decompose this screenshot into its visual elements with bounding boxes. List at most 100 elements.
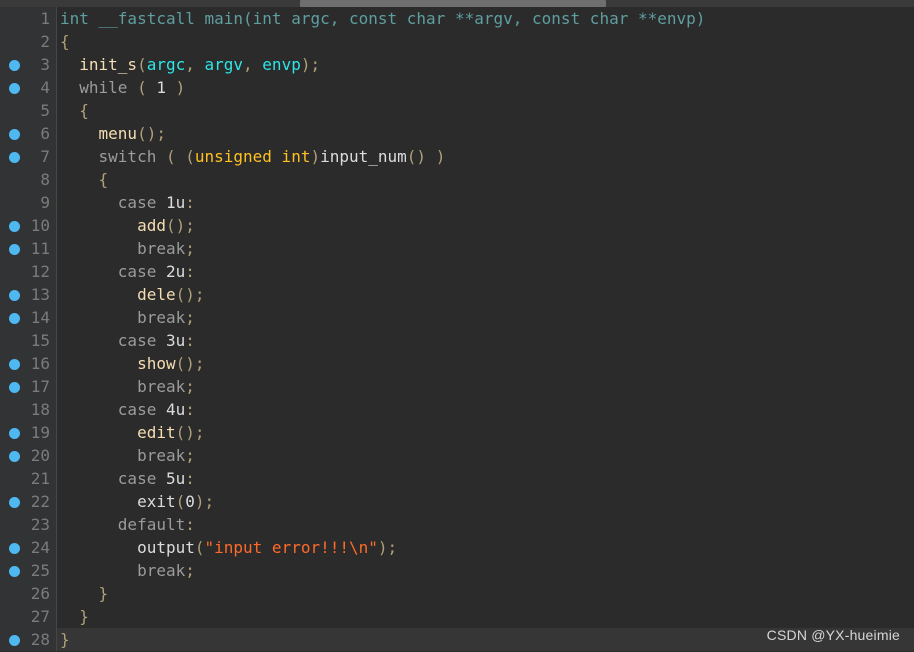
code-line[interactable]: 15 case 3u: <box>0 329 914 352</box>
breakpoint-icon[interactable] <box>9 129 20 140</box>
line-gutter[interactable]: 8 <box>0 168 57 191</box>
line-gutter[interactable]: 7 <box>0 145 57 168</box>
line-gutter[interactable]: 14 <box>0 306 57 329</box>
breakpoint-icon[interactable] <box>9 83 20 94</box>
code-line[interactable]: 2{ <box>0 30 914 53</box>
line-gutter[interactable]: 26 <box>0 582 57 605</box>
code-text[interactable]: menu(); <box>60 122 166 145</box>
breakpoint-icon[interactable] <box>9 566 20 577</box>
code-line[interactable]: 3 init_s(argc, argv, envp); <box>0 53 914 76</box>
code-line[interactable]: 19 edit(); <box>0 421 914 444</box>
code-text[interactable]: add(); <box>60 214 195 237</box>
line-gutter[interactable]: 17 <box>0 375 57 398</box>
line-gutter[interactable]: 21 <box>0 467 57 490</box>
line-gutter[interactable]: 12 <box>0 260 57 283</box>
line-gutter[interactable]: 13 <box>0 283 57 306</box>
code-line[interactable]: 16 show(); <box>0 352 914 375</box>
code-text[interactable]: break; <box>60 306 195 329</box>
code-text[interactable]: } <box>60 605 89 628</box>
breakpoint-icon[interactable] <box>9 60 20 71</box>
code-line[interactable]: 10 add(); <box>0 214 914 237</box>
code-line[interactable]: 27 } <box>0 605 914 628</box>
line-gutter[interactable]: 20 <box>0 444 57 467</box>
line-gutter[interactable]: 9 <box>0 191 57 214</box>
code-text[interactable]: output("input error!!!\n"); <box>60 536 397 559</box>
code-line[interactable]: 9 case 1u: <box>0 191 914 214</box>
breakpoint-icon[interactable] <box>9 152 20 163</box>
breakpoint-icon[interactable] <box>9 290 20 301</box>
breakpoint-icon[interactable] <box>9 451 20 462</box>
code-text[interactable]: break; <box>60 375 195 398</box>
code-text[interactable]: edit(); <box>60 421 204 444</box>
line-gutter[interactable]: 23 <box>0 513 57 536</box>
code-text[interactable]: case 4u: <box>60 398 195 421</box>
line-gutter[interactable]: 22 <box>0 490 57 513</box>
code-line[interactable]: 20 break; <box>0 444 914 467</box>
code-line[interactable]: 7 switch ( (unsigned int)input_num() ) <box>0 145 914 168</box>
code-text[interactable]: { <box>60 168 109 191</box>
code-text[interactable]: while ( 1 ) <box>60 76 185 99</box>
line-gutter[interactable]: 2 <box>0 30 57 53</box>
line-gutter[interactable]: 5 <box>0 99 57 122</box>
code-text[interactable]: } <box>60 628 70 651</box>
code-text[interactable]: } <box>60 582 109 605</box>
code-text[interactable]: show(); <box>60 352 204 375</box>
code-editor[interactable]: 1 int __fastcall main(int argc, const cha… <box>0 7 914 652</box>
code-text[interactable]: break; <box>60 237 195 260</box>
code-line[interactable]: 17 break; <box>0 375 914 398</box>
line-gutter[interactable]: 18 <box>0 398 57 421</box>
code-text[interactable]: { <box>60 30 70 53</box>
line-gutter[interactable]: 1 <box>0 7 57 30</box>
line-gutter[interactable]: 27 <box>0 605 57 628</box>
breakpoint-icon[interactable] <box>9 382 20 393</box>
breakpoint-icon[interactable] <box>9 221 20 232</box>
breakpoint-icon[interactable] <box>9 428 20 439</box>
horizontal-scrollbar-thumb[interactable] <box>300 0 606 7</box>
line-gutter[interactable]: 6 <box>0 122 57 145</box>
code-line[interactable]: 4 while ( 1 ) <box>0 76 914 99</box>
line-gutter[interactable]: 3 <box>0 53 57 76</box>
breakpoint-icon[interactable] <box>9 497 20 508</box>
code-line[interactable]: 1 int __fastcall main(int argc, const cha… <box>0 7 914 30</box>
breakpoint-icon[interactable] <box>9 313 20 324</box>
breakpoint-icon[interactable] <box>9 244 20 255</box>
code-line[interactable]: 12 case 2u: <box>0 260 914 283</box>
code-text[interactable]: exit(0); <box>60 490 214 513</box>
code-line[interactable]: 8 { <box>0 168 914 191</box>
code-line[interactable]: 26 } <box>0 582 914 605</box>
line-gutter[interactable]: 24 <box>0 536 57 559</box>
code-text[interactable]: init_s(argc, argv, envp); <box>60 53 320 76</box>
breakpoint-icon[interactable] <box>9 635 20 646</box>
breakpoint-icon[interactable] <box>9 543 20 554</box>
code-line[interactable]: 6 menu(); <box>0 122 914 145</box>
code-line[interactable]: 22 exit(0); <box>0 490 914 513</box>
code-text[interactable]: break; <box>60 559 195 582</box>
line-gutter[interactable]: 10 <box>0 214 57 237</box>
code-text[interactable]: break; <box>60 444 195 467</box>
line-gutter[interactable]: 25 <box>0 559 57 582</box>
line-gutter[interactable]: 28 <box>0 628 57 651</box>
code-line[interactable]: 5 { <box>0 99 914 122</box>
code-text[interactable]: case 2u: <box>60 260 195 283</box>
line-gutter[interactable]: 15 <box>0 329 57 352</box>
code-line[interactable]: 11 break; <box>0 237 914 260</box>
breakpoint-icon[interactable] <box>9 359 20 370</box>
code-line[interactable]: 13 dele(); <box>0 283 914 306</box>
code-line[interactable]: 18 case 4u: <box>0 398 914 421</box>
code-text[interactable]: default: <box>60 513 195 536</box>
code-text[interactable]: int __fastcall main(int argc, const char… <box>60 7 705 30</box>
code-line[interactable]: 24 output("input error!!!\n"); <box>0 536 914 559</box>
code-line[interactable]: 25 break; <box>0 559 914 582</box>
code-line[interactable]: 23 default: <box>0 513 914 536</box>
line-gutter[interactable]: 4 <box>0 76 57 99</box>
code-text[interactable]: case 5u: <box>60 467 195 490</box>
code-text[interactable]: { <box>60 99 89 122</box>
code-text[interactable]: case 3u: <box>60 329 195 352</box>
line-gutter[interactable]: 11 <box>0 237 57 260</box>
code-line[interactable]: 21 case 5u: <box>0 467 914 490</box>
line-gutter[interactable]: 16 <box>0 352 57 375</box>
line-gutter[interactable]: 19 <box>0 421 57 444</box>
code-line[interactable]: 14 break; <box>0 306 914 329</box>
code-text[interactable]: dele(); <box>60 283 204 306</box>
code-text[interactable]: case 1u: <box>60 191 195 214</box>
